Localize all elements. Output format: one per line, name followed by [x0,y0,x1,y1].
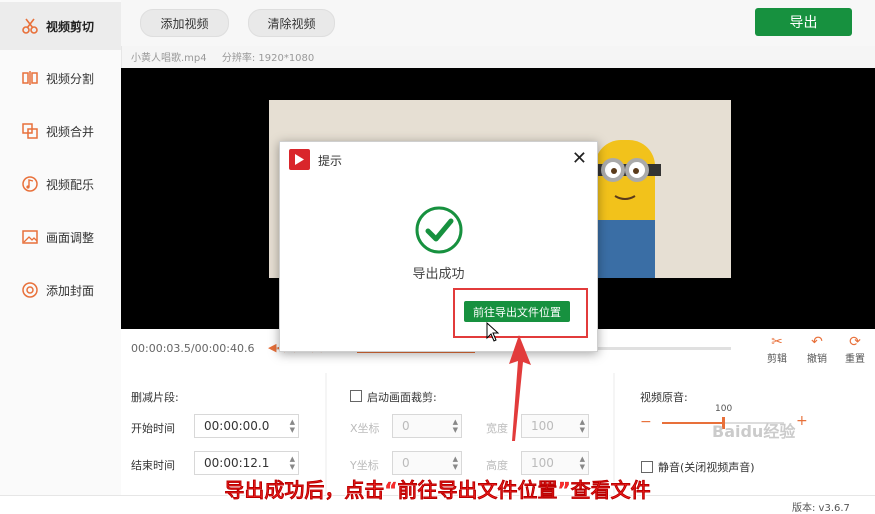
dialog-title: 提示 [318,154,343,168]
split-icon [22,71,38,85]
cut-tool-label: 剪辑 [767,354,787,365]
mute-checkbox[interactable] [641,461,653,473]
end-time-label: 结束时间 [131,459,175,472]
volume-minus-icon[interactable]: − [640,414,652,430]
undo-icon: ↶ [811,334,823,350]
x-coord-value: 0 [402,419,410,433]
crop-enable-checkbox[interactable] [350,390,362,402]
file-name: 小黄人唱歌.mp4 [131,53,207,64]
sidebar-item-label: 视频分割 [46,71,95,86]
file-resolution: 分辨率: 1920*1080 [221,53,315,64]
x-coord-input[interactable]: 0 ▲ ▼ [392,414,462,438]
reset-tool-button[interactable]: ⟳ 重置 [838,334,872,365]
sidebar-item-label: 视频配乐 [46,177,95,192]
clear-video-button[interactable]: 清除视频 [248,9,335,37]
sidebar-item-video-merge[interactable]: 视频合并 [0,107,121,155]
trim-section-label: 删减片段: [131,391,179,404]
sidebar-item-image-adjust[interactable]: 画面调整 [0,213,121,261]
sidebar-item-video-split[interactable]: 视频分割 [0,54,121,102]
sidebar-item-label: 视频合并 [46,124,95,139]
reset-icon: ⟳ [849,334,861,350]
height-value: 100 [531,456,554,470]
export-button[interactable]: 导出 [755,8,852,36]
sidebar: 视频剪切 视频分割 视频合并 视频配乐 画面调整 添加封面 [0,0,122,495]
tutorial-caption: 导出成功后，点击“前往导出文件位置”查看文件 [224,478,651,502]
timecode: 00:00:03.5/00:00:40.6 [131,342,255,355]
cut-tool-button[interactable]: ✂ 剪辑 [760,334,794,365]
mute-label: 静音(关闭视频声音) [658,461,755,474]
start-time-input[interactable]: 00:00:00.0 ▲ ▼ [194,414,299,438]
stepper-icon[interactable]: ▲ ▼ [453,418,458,434]
undo-tool-label: 撤销 [807,354,827,365]
start-time-value: 00:00:00.0 [204,419,270,433]
scissors-icon [22,18,38,34]
x-coord-label: X坐标 [350,422,380,435]
start-time-label: 开始时间 [131,422,175,435]
volume-plus-icon[interactable]: + [796,413,808,429]
music-icon [22,176,38,192]
sidebar-item-add-cover[interactable]: 添加封面 [0,266,121,314]
audio-section-label: 视频原音: [640,391,688,404]
annotation-arrow-icon [509,335,531,441]
volume-value: 100 [715,404,733,414]
stepper-icon[interactable]: ▲ ▼ [580,455,585,471]
sidebar-item-video-music[interactable]: 视频配乐 [0,160,121,208]
y-coord-value: 0 [402,456,410,470]
sidebar-item-label: 画面调整 [46,230,95,245]
image-icon [22,230,38,244]
undo-tool-button[interactable]: ↶ 撤销 [800,334,834,365]
reset-tool-label: 重置 [845,354,865,365]
merge-icon [22,123,38,139]
cut-icon: ✂ [771,334,783,350]
end-time-input[interactable]: 00:00:12.1 ▲ ▼ [194,451,299,475]
y-coord-input[interactable]: 0 ▲ ▼ [392,451,462,475]
stepper-icon[interactable]: ▲ ▼ [290,418,295,434]
file-info: 小黄人唱歌.mp4 分辨率: 1920*1080 [131,49,326,64]
cover-icon [22,282,38,298]
sidebar-item-video-cut[interactable]: 视频剪切 [0,2,121,50]
dialog-message: 导出成功 [412,267,465,282]
stepper-icon[interactable]: ▲ ▼ [290,455,295,471]
stepper-icon[interactable]: ▲ ▼ [453,455,458,471]
app-logo-icon [289,149,310,170]
height-input[interactable]: 100 ▲ ▼ [521,451,589,475]
stepper-icon[interactable]: ▲ ▼ [580,418,585,434]
height-label: 高度 [486,459,508,472]
sidebar-item-label: 添加封面 [46,283,95,298]
close-icon[interactable]: ✕ [572,148,587,169]
watermark: Baidu经验 [712,422,796,441]
success-check-icon [415,206,463,254]
y-coord-label: Y坐标 [350,459,379,472]
add-video-button[interactable]: 添加视频 [140,9,229,37]
mouse-cursor-icon [486,322,500,342]
crop-enable-label: 启动画面裁剪: [367,391,437,404]
highlight-box [453,288,588,338]
end-time-value: 00:00:12.1 [204,456,270,470]
sidebar-item-label: 视频剪切 [46,19,95,34]
